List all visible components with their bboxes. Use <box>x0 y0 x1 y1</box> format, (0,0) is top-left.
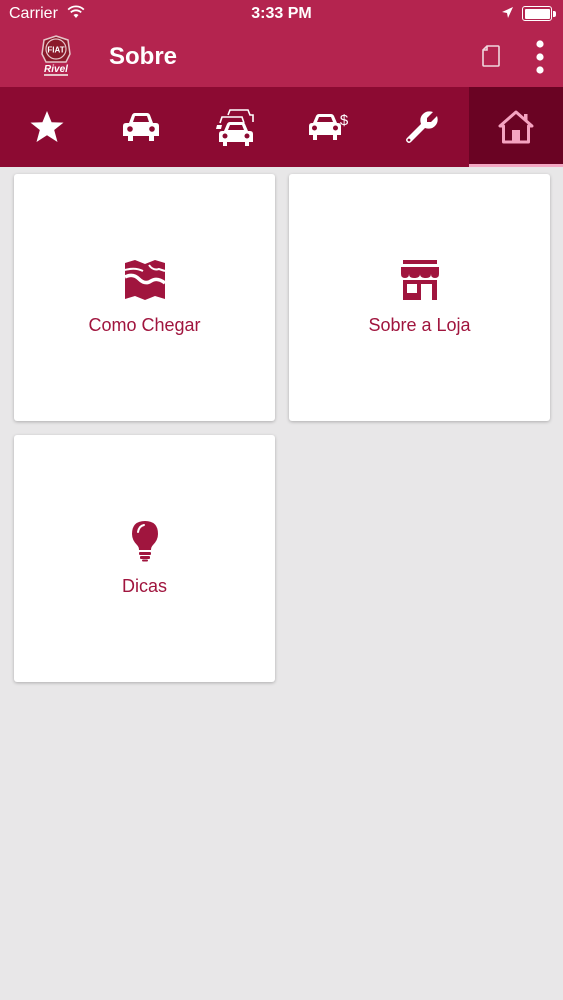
lightbulb-icon <box>131 521 158 562</box>
map-icon <box>123 260 166 300</box>
app-header: Carrier 3:33 PM FIAT Rivel Sobre <box>0 0 563 87</box>
wrench-icon <box>406 111 438 143</box>
star-icon <box>30 111 64 142</box>
document-icon[interactable] <box>481 44 501 73</box>
tab-favorites[interactable] <box>0 87 94 167</box>
svg-text:$: $ <box>340 112 349 129</box>
page-title: Sobre <box>109 43 178 70</box>
store-icon <box>400 260 439 300</box>
tab-financing[interactable]: $ <box>281 87 375 167</box>
tab-used-cars[interactable] <box>188 87 282 167</box>
card-label: Sobre a Loja <box>368 315 471 335</box>
car-dollar-icon: $ <box>309 112 349 140</box>
logo-fiat-text: FIAT <box>47 46 64 55</box>
clock: 3:33 PM <box>251 5 312 22</box>
tab-bar: $ <box>0 87 563 167</box>
tab-new-cars[interactable] <box>94 87 188 167</box>
status-bar: Carrier 3:33 PM <box>0 0 563 28</box>
more-options-icon[interactable] <box>533 38 547 81</box>
location-arrow-icon <box>501 6 514 24</box>
car-icon <box>122 113 159 141</box>
battery-icon <box>522 6 556 21</box>
logo-rivel-text: Rivel <box>44 64 68 75</box>
nav-bar: FIAT Rivel Sobre <box>0 28 563 87</box>
tab-about[interactable] <box>469 87 563 167</box>
tab-service[interactable] <box>375 87 469 167</box>
card-como-chegar[interactable]: Como Chegar <box>14 174 275 421</box>
card-label: Como Chegar <box>88 315 201 335</box>
card-dicas[interactable]: Dicas <box>14 435 275 682</box>
fiat-rivel-logo: FIAT Rivel <box>33 34 79 80</box>
cars-multiple-icon <box>215 109 254 146</box>
card-sobre-a-loja[interactable]: Sobre a Loja <box>289 174 550 421</box>
home-icon <box>498 110 534 144</box>
card-label: Dicas <box>121 576 167 596</box>
